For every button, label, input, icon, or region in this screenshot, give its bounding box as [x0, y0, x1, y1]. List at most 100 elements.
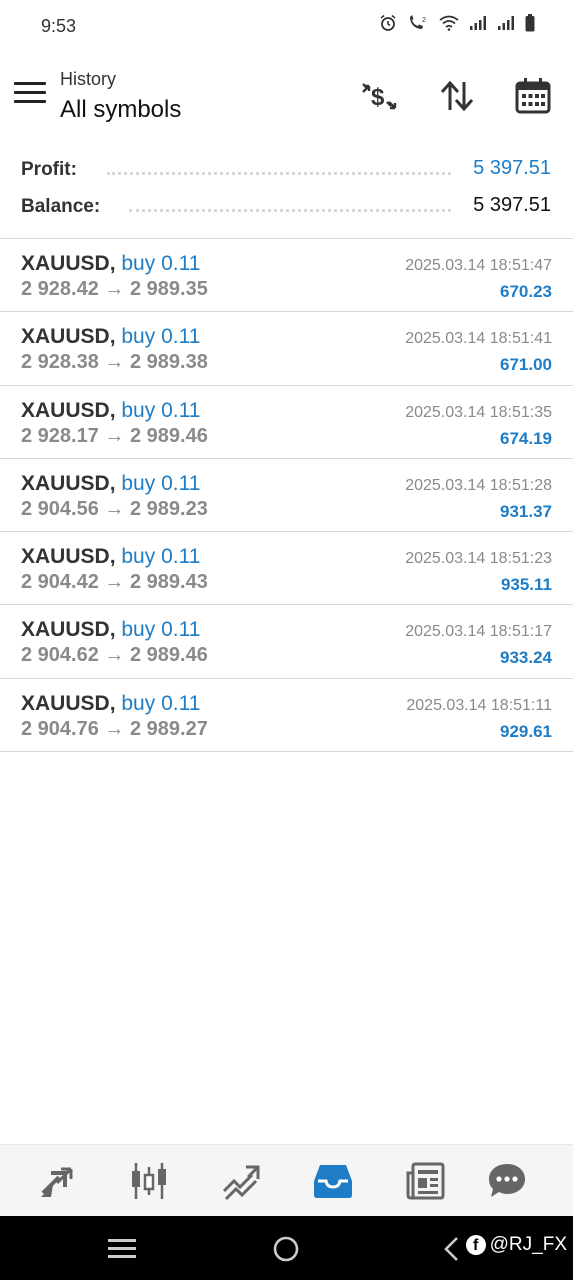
deal-close-price: 2 989.46: [129, 644, 208, 667]
menu-button[interactable]: [14, 82, 46, 110]
balance-value: 5 397.51: [473, 194, 551, 216]
arrow-icon: →: [104, 278, 125, 300]
deal-time: 2025.03.14 18:51:11: [406, 696, 552, 714]
deal-open-price: 2 928.17: [21, 424, 99, 447]
deal-header: XAUUSD, buy 0.11: [21, 252, 200, 276]
deal-close-price: 2 989.46: [129, 424, 208, 447]
menu-icon-bar: [14, 91, 46, 94]
deal-row[interactable]: XAUUSD, buy 0.11 2 928.17 → 2 989.46 202…: [0, 386, 573, 459]
arrow-icon: →: [104, 644, 125, 667]
messages-icon[interactable]: [485, 1159, 529, 1203]
back-button[interactable]: [442, 1236, 460, 1267]
deal-open-price: 2 928.38: [21, 351, 99, 374]
facebook-logo-icon: f: [465, 1235, 486, 1255]
page-subtitle: History: [60, 69, 117, 89]
deal-row[interactable]: XAUUSD, buy 0.11 2 904.56 → 2 989.23 202…: [0, 459, 573, 533]
deal-type: buy 0.11: [121, 545, 201, 569]
page-title[interactable]: All symbols: [60, 96, 181, 124]
deal-row[interactable]: XAUUSD, buy 0.11 2 928.38 → 2 989.38 202…: [0, 312, 573, 386]
battery-icon: [525, 14, 535, 32]
deal-open-price: 2 904.62: [21, 644, 99, 667]
arrow-icon: →: [104, 717, 125, 740]
deal-type: buy 0.11: [121, 252, 201, 275]
watermark: f @RJ_FX: [465, 1234, 567, 1256]
arrow-icon: →: [104, 351, 125, 374]
deal-open-price: 2 904.42: [21, 571, 99, 594]
deal-header: XAUUSD, buy 0.11: [21, 692, 200, 716]
deal-row[interactable]: XAUUSD, buy 0.11 2 904.76 → 2 989.27 202…: [0, 679, 573, 753]
deal-prices: 2 904.42 → 2 989.43: [21, 571, 208, 594]
deal-profit: 931.37: [500, 501, 552, 521]
home-button[interactable]: [273, 1236, 299, 1267]
deal-time: 2025.03.14 18:51:23: [405, 550, 552, 568]
deal-type: buy 0.11: [121, 471, 201, 495]
deal-prices: 2 928.42 → 2 989.35: [21, 278, 208, 301]
profit-label: Profit:: [21, 159, 77, 181]
leader-dots: [107, 172, 451, 175]
quotes-icon[interactable]: [35, 1159, 79, 1203]
deal-close-price: 2 989.23: [129, 497, 208, 520]
svg-text:$: $: [371, 84, 385, 111]
deal-profit: 674.19: [500, 428, 552, 448]
deal-profit: 670.23: [500, 282, 552, 301]
deal-type: buy 0.11: [121, 691, 201, 715]
deal-prices: 2 904.62 → 2 989.46: [21, 644, 208, 667]
news-icon[interactable]: [403, 1159, 447, 1203]
deal-time: 2025.03.14 18:51:28: [405, 476, 552, 494]
deal-symbol: XAUUSD: [21, 398, 110, 422]
watermark-text: @RJ_FX: [489, 1234, 567, 1255]
deal-time: 2025.03.14 18:51:41: [405, 330, 552, 348]
deal-symbol: XAUUSD: [21, 252, 110, 275]
menu-icon-bar: [14, 100, 46, 103]
deal-type: buy 0.11: [121, 618, 201, 642]
leader-dots: [129, 209, 451, 212]
chart-icon[interactable]: [127, 1159, 171, 1203]
arrow-icon: →: [104, 571, 125, 594]
deal-close-price: 2 989.27: [129, 717, 208, 740]
deal-prices: 2 928.38 → 2 989.38: [21, 351, 208, 374]
currency-exchange-icon[interactable]: $: [359, 76, 399, 116]
deal-open-price: 2 904.76: [21, 717, 99, 740]
recent-apps-button[interactable]: [108, 1238, 136, 1265]
deal-time: 2025.03.14 18:51:35: [405, 403, 552, 421]
trade-icon[interactable]: [219, 1159, 263, 1203]
bottom-nav: [0, 1144, 573, 1216]
deal-header: XAUUSD, buy 0.11: [21, 545, 200, 569]
deal-separator: ,: [109, 325, 116, 349]
deal-separator: ,: [109, 618, 116, 642]
calendar-icon[interactable]: [513, 76, 553, 116]
deal-symbol: XAUUSD: [21, 325, 110, 349]
deal-time: 2025.03.14 18:51:47: [405, 257, 552, 274]
deal-profit: 933.24: [500, 648, 552, 668]
summary: Profit: 5 397.51 Balance: 5 397.51: [0, 150, 573, 238]
deal-separator: ,: [109, 471, 116, 495]
deal-separator: ,: [109, 691, 116, 715]
deal-type: buy 0.11: [121, 398, 201, 422]
deal-separator: ,: [109, 398, 116, 422]
deal-profit: 671.00: [500, 355, 552, 375]
deal-header: XAUUSD, buy 0.11: [21, 325, 200, 349]
deal-symbol: XAUUSD: [21, 471, 110, 495]
menu-icon-bar: [14, 82, 46, 85]
system-nav-bar: f @RJ_FX: [0, 1216, 573, 1280]
wifi-icon: [439, 15, 459, 31]
deal-symbol: XAUUSD: [21, 545, 110, 569]
deal-prices: 2 904.56 → 2 989.23: [21, 498, 208, 521]
signal-icon: [469, 15, 487, 31]
sort-icon[interactable]: [437, 76, 477, 116]
deal-type: buy 0.11: [121, 325, 201, 349]
profit-value: 5 397.51: [473, 157, 551, 179]
deal-header: XAUUSD, buy 0.11: [21, 472, 200, 496]
deal-open-price: 2 928.42: [21, 278, 99, 300]
deal-row[interactable]: XAUUSD, buy 0.11 2 904.62 → 2 989.46 202…: [0, 605, 573, 679]
history-icon[interactable]: [311, 1159, 355, 1203]
header: History All symbols $: [0, 54, 573, 144]
deal-open-price: 2 904.56: [21, 497, 99, 520]
deal-symbol: XAUUSD: [21, 618, 110, 642]
deal-profit: 935.11: [500, 575, 552, 595]
deal-close-price: 2 989.43: [129, 571, 208, 594]
deal-header: XAUUSD, buy 0.11: [21, 399, 200, 423]
deal-row[interactable]: XAUUSD, buy 0.11 2 904.42 → 2 989.43 202…: [0, 532, 573, 606]
deal-row[interactable]: XAUUSD, buy 0.11 2 928.42 → 2 989.35 202…: [0, 239, 573, 313]
deal-profit: 929.61: [500, 721, 552, 741]
